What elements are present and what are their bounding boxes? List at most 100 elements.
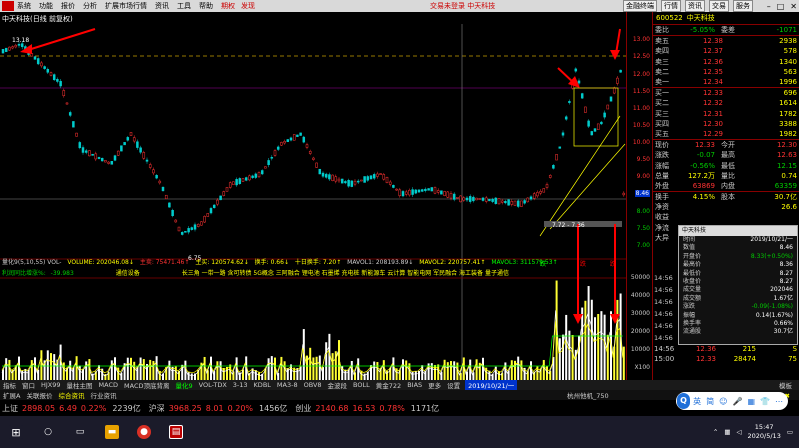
tab-indicator[interactable]: 指标 <box>2 380 17 390</box>
tab-kdbl[interactable]: KDBL <box>253 381 272 389</box>
candle <box>148 164 152 168</box>
tab-industry-news[interactable]: 行业资讯 <box>90 390 116 400</box>
ime-keyboard-icon[interactable]: ▦ <box>747 397 755 406</box>
menu-item-ext-market[interactable]: 扩展市场行情 <box>105 1 147 11</box>
info-popup[interactable]: 中天科技 时间 2019/10/21/一 数值 8.46 开盘价 8.33(+0.50… <box>678 225 798 345</box>
menu-item-tools[interactable]: 工具 <box>177 1 191 11</box>
chrome-icon[interactable]: ● <box>137 425 151 439</box>
bid-row[interactable]: 买一 12.33 696 <box>653 88 799 98</box>
tab-settings[interactable]: 设置 <box>446 380 461 390</box>
ask-row[interactable]: 卖五 12.38 2938 <box>653 36 799 46</box>
market-button[interactable]: 行情 <box>661 0 681 12</box>
ime-skin-icon[interactable]: 👕 <box>760 397 770 406</box>
maximize-icon[interactable]: □ <box>777 2 785 11</box>
axis-label: 12.50 <box>632 53 650 60</box>
bid-volume: 3388 <box>779 119 797 128</box>
candle <box>356 180 360 183</box>
index-name[interactable]: 创业 <box>295 403 311 414</box>
candle <box>52 74 56 81</box>
ratio-row: 委比 -5.05% 委差 -1071 <box>653 25 799 35</box>
menu-item-analysis[interactable]: 分析 <box>83 1 97 11</box>
candle <box>369 175 373 180</box>
index-name[interactable]: 沪深 <box>149 403 165 414</box>
ask-row[interactable]: 卖二 12.35 563 <box>653 67 799 77</box>
start-icon[interactable]: ⊞ <box>9 425 23 439</box>
trading-app-icon[interactable]: ▤ <box>169 425 183 439</box>
ime-mic-icon[interactable]: 🎤 <box>733 397 743 406</box>
search-icon[interactable]: ○ <box>41 425 55 439</box>
menu-item-help[interactable]: 帮助 <box>199 1 213 11</box>
bid-row[interactable]: 买二 12.32 1614 <box>653 98 799 108</box>
chart-area[interactable]: 中天科技(日线 前复权) 13.18 6.75 7.72 - 7.36 跌 跌 … <box>0 12 626 380</box>
popup-key: 涨跌 <box>683 303 696 311</box>
candle <box>65 102 69 105</box>
ime-emoji-icon[interactable]: ☺ <box>719 397 727 406</box>
tab-obv8[interactable]: OBV8 <box>303 381 323 389</box>
menu-item-discover[interactable]: 发现 <box>241 1 255 11</box>
close-icon[interactable]: ✕ <box>790 2 797 11</box>
candle <box>1 49 5 54</box>
task-view-icon[interactable]: ▭ <box>73 425 87 439</box>
service-button[interactable]: 服务 <box>733 0 753 12</box>
candles-group <box>1 41 626 236</box>
tab-gold722[interactable]: 黄金722 <box>375 380 402 390</box>
candle <box>56 79 59 82</box>
bid-price: 12.31 <box>702 109 723 118</box>
tick-side: 75 <box>788 355 797 363</box>
candle <box>350 180 354 187</box>
ime-toolbar[interactable]: Q 英 简 ☺ 🎤 ▦ 👕 ⋯ <box>676 392 788 410</box>
tab-macd-divergence[interactable]: MACD顶底背离 <box>123 380 170 390</box>
finance-terminal-button[interactable]: 金融终端 <box>623 0 657 12</box>
tab-quant9[interactable]: 量化9 <box>175 380 194 390</box>
tab-vol-tdx[interactable]: VOL-TDX <box>198 381 228 389</box>
tab-more[interactable]: 更多 <box>427 380 442 390</box>
news-button[interactable]: 资讯 <box>685 0 705 12</box>
ask-row[interactable]: 卖三 12.36 1340 <box>653 57 799 67</box>
menu-item-quote[interactable]: 报价 <box>61 1 75 11</box>
file-explorer-icon[interactable]: ▬ <box>105 425 119 439</box>
axis-label: 10.00 <box>632 139 650 146</box>
stat-value-2: 12.30 <box>776 141 797 150</box>
candle <box>219 195 222 201</box>
clock-date: 2020/5/13 <box>747 432 781 440</box>
tab-window[interactable]: 窗口 <box>21 380 36 390</box>
bid-row[interactable]: 买三 12.31 1782 <box>653 109 799 119</box>
tab-boll[interactable]: BOLL <box>352 381 371 389</box>
tab-general-news[interactable]: 综合资讯 <box>58 390 84 400</box>
bid-price: 12.30 <box>702 119 723 128</box>
tab-related-quote[interactable]: 关联报价 <box>26 390 52 400</box>
ime-simplified-toggle[interactable]: 简 <box>706 396 714 407</box>
volume-bar <box>603 314 606 380</box>
notification-icon[interactable]: ▭ <box>787 428 793 436</box>
bid-row[interactable]: 买四 12.30 3388 <box>653 119 799 129</box>
ime-lang-toggle[interactable]: 英 <box>693 396 701 407</box>
ime-more-icon[interactable]: ⋯ <box>775 397 783 406</box>
index-name[interactable]: 上证 <box>2 403 18 414</box>
volume-icon[interactable]: ◁ <box>737 428 742 436</box>
trade-button[interactable]: 交易 <box>709 0 729 12</box>
bid-row[interactable]: 买五 12.29 1982 <box>653 129 799 139</box>
tray-chevron-icon[interactable]: ⌃ <box>713 428 718 436</box>
tab-volume-main[interactable]: 量柱主图 <box>66 380 94 390</box>
tab-3-13[interactable]: 3-13 <box>232 381 249 389</box>
network-icon[interactable]: ▦ <box>724 428 730 436</box>
candle <box>104 160 107 163</box>
tab-bias[interactable]: BIAS <box>406 381 423 389</box>
ask-row[interactable]: 卖一 12.34 1996 <box>653 77 799 87</box>
clock[interactable]: 15:47 2020/5/13 <box>748 423 781 441</box>
kline-chart[interactable]: 13.18 6.75 7.72 - 7.36 跌 跌 跌 <box>0 24 626 380</box>
tab-macd[interactable]: MACD <box>98 381 119 389</box>
menu-item-function[interactable]: 功能 <box>39 1 53 11</box>
tab-ext-a[interactable]: 扩展A <box>3 390 20 400</box>
ask-row[interactable]: 卖四 12.37 578 <box>653 46 799 56</box>
template-button[interactable]: 模板 <box>778 380 793 390</box>
tab-hjx99[interactable]: HJX99 <box>40 381 62 389</box>
tab-gold-band[interactable]: 金波段 <box>327 380 349 390</box>
tab-ma3-8[interactable]: MA3-8 <box>276 381 299 389</box>
menu-item-options[interactable]: 期权 <box>221 1 235 11</box>
menu-item-news[interactable]: 资讯 <box>155 1 169 11</box>
menu-item-system[interactable]: 系统 <box>17 1 31 11</box>
candle <box>299 132 302 136</box>
minimize-icon[interactable]: – <box>767 2 771 11</box>
ask-volume: 578 <box>783 47 797 56</box>
